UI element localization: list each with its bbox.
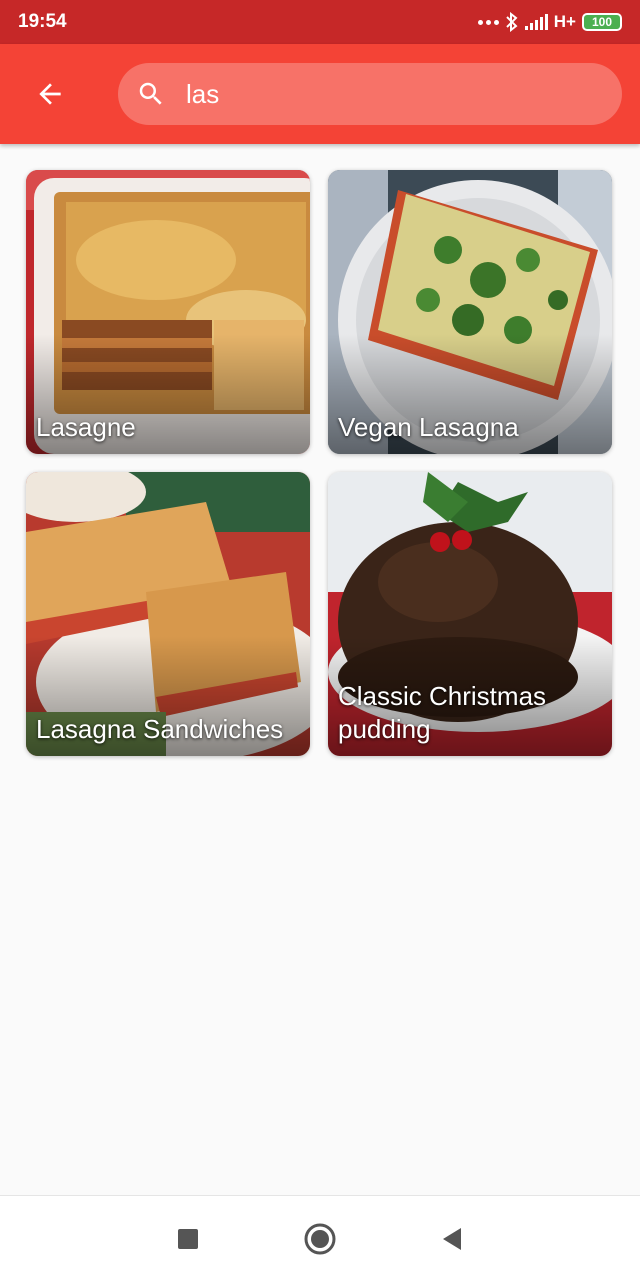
battery-icon: 100 [582,13,622,31]
circle-icon [304,1223,336,1254]
back-nav-button[interactable] [427,1214,477,1264]
recipe-title: Vegan Lasagna [338,412,519,442]
more-dots-icon [477,19,499,25]
recipe-card-christmas-pudding[interactable]: Classic Christmas pudding [328,472,612,756]
status-time: 19:54 [18,11,67,32]
back-button[interactable] [22,69,78,119]
signal-icon [524,14,548,30]
arrow-back-icon [39,83,61,105]
recents-button[interactable] [163,1214,213,1264]
recipe-card-vegan-lasagna[interactable]: Vegan Lasagna [328,170,612,454]
system-nav-bar [0,1195,640,1281]
app-bar [0,44,640,144]
recipe-card-lasagna-sandwiches[interactable]: Lasagna Sandwiches [26,472,310,756]
square-icon [178,1228,198,1249]
bluetooth-icon [506,12,518,32]
status-icons: H+ 100 [477,12,622,32]
network-type: H+ [553,12,576,31]
search-box[interactable] [118,63,622,125]
status-bar: 19:54 H+ 100 [0,0,640,44]
recipe-title: Lasagna Sandwiches [36,714,284,744]
home-button[interactable] [295,1214,345,1264]
recipe-title: Classic Christmas pudding [338,681,547,744]
triangle-icon [443,1227,461,1250]
search-input[interactable] [184,77,588,111]
recipe-card-lasagne[interactable]: Lasagne [26,170,310,454]
search-icon [136,79,166,109]
battery-level: 100 [591,15,613,29]
recipe-grid: Lasagne Vegan Lasagna Lasagna Sandwiches… [26,170,614,756]
recipe-title: Lasagne [36,412,136,442]
